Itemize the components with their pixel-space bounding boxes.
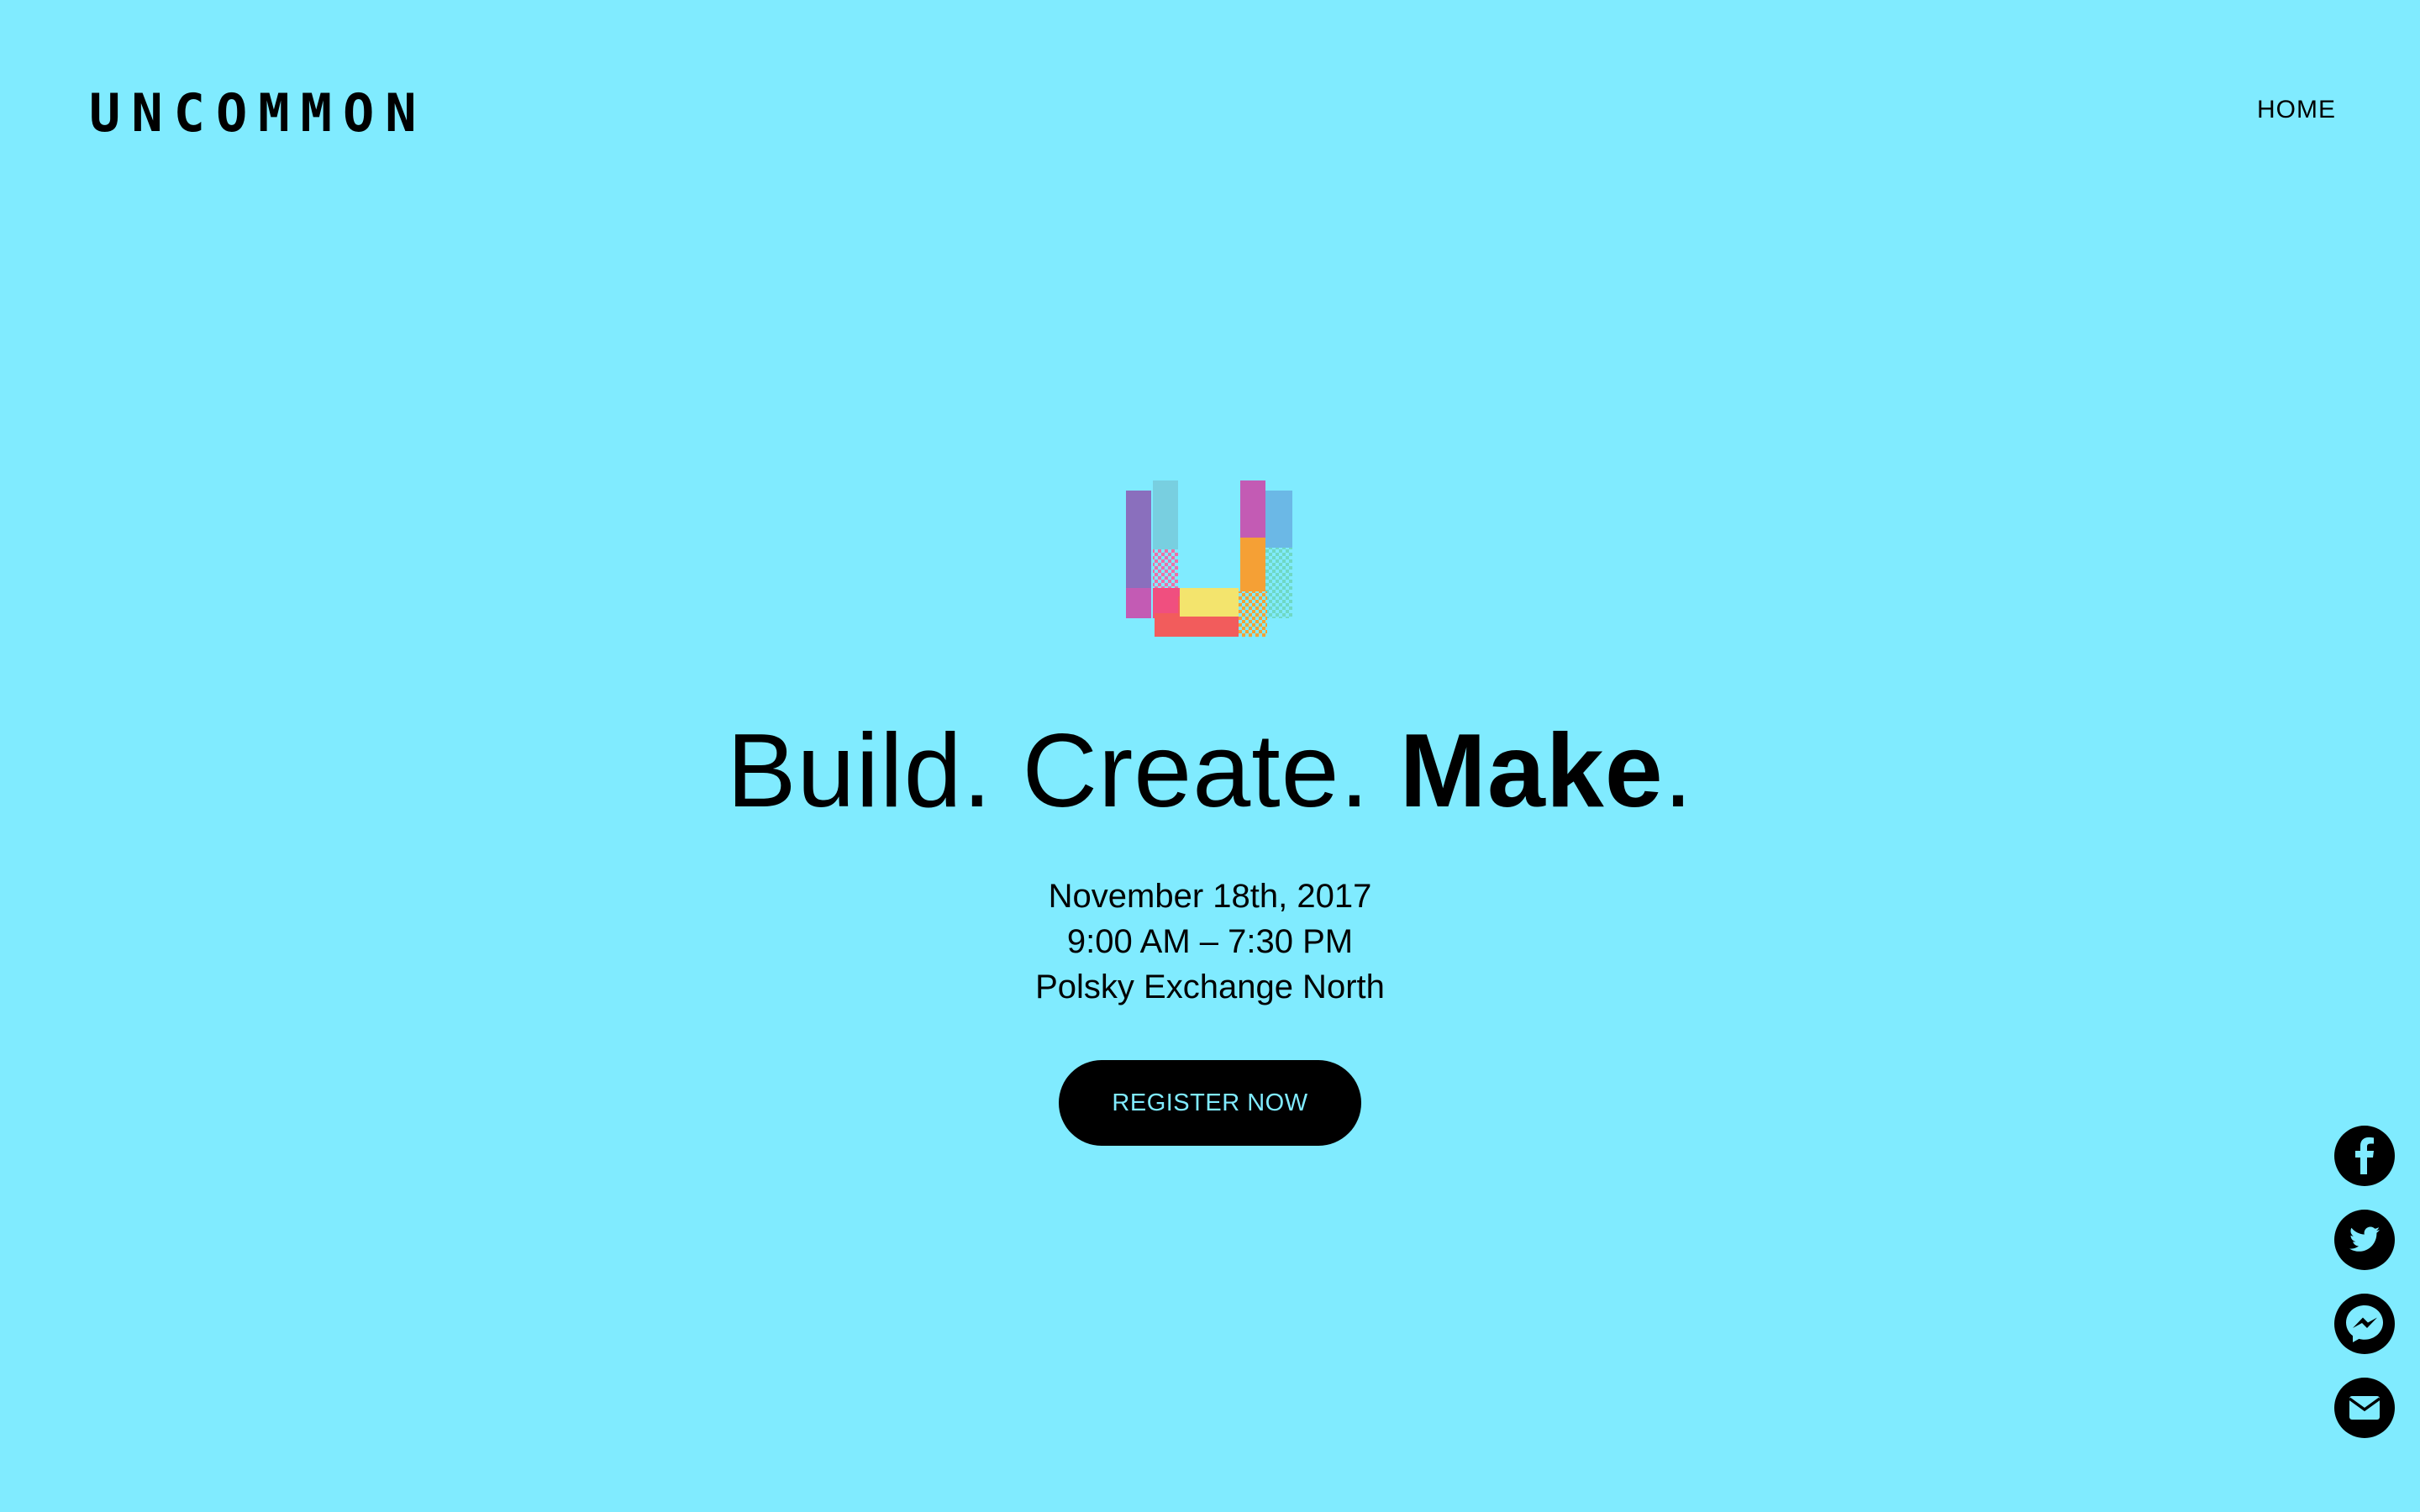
register-now-button[interactable]: REGISTER NOW <box>1059 1060 1361 1146</box>
headline-period: . <box>1663 713 1694 829</box>
facebook-icon <box>2355 1137 2374 1174</box>
social-share-bar <box>2334 1126 2395 1462</box>
brand-logo-text[interactable]: UNCOMMON <box>89 87 428 139</box>
facebook-share-button[interactable] <box>2334 1126 2395 1186</box>
hero-headline: Build. Create. Make. <box>0 712 2420 830</box>
twitter-icon <box>2349 1226 2380 1252</box>
event-time: 9:00 AM – 7:30 PM <box>1066 923 1354 960</box>
email-icon <box>2348 1396 2381 1420</box>
twitter-share-button[interactable] <box>2334 1210 2395 1270</box>
uncommon-u-logo-icon <box>1126 480 1292 637</box>
event-date: November 18th, 2017 <box>1048 878 1372 915</box>
nav-home-link[interactable]: HOME <box>2257 96 2336 124</box>
page: UNCOMMON HOME Build. Create. Make. Novem… <box>0 0 2420 1512</box>
event-venue: Polsky Exchange North <box>1035 969 1385 1005</box>
headline-light-text: Build. Create. <box>726 713 1400 829</box>
event-details: November 18th, 2017 9:00 AM – 7:30 PM Po… <box>0 874 2420 1010</box>
email-share-button[interactable] <box>2334 1378 2395 1438</box>
headline-bold-text: Make <box>1399 713 1664 829</box>
messenger-icon <box>2346 1305 2383 1342</box>
messenger-share-button[interactable] <box>2334 1294 2395 1354</box>
